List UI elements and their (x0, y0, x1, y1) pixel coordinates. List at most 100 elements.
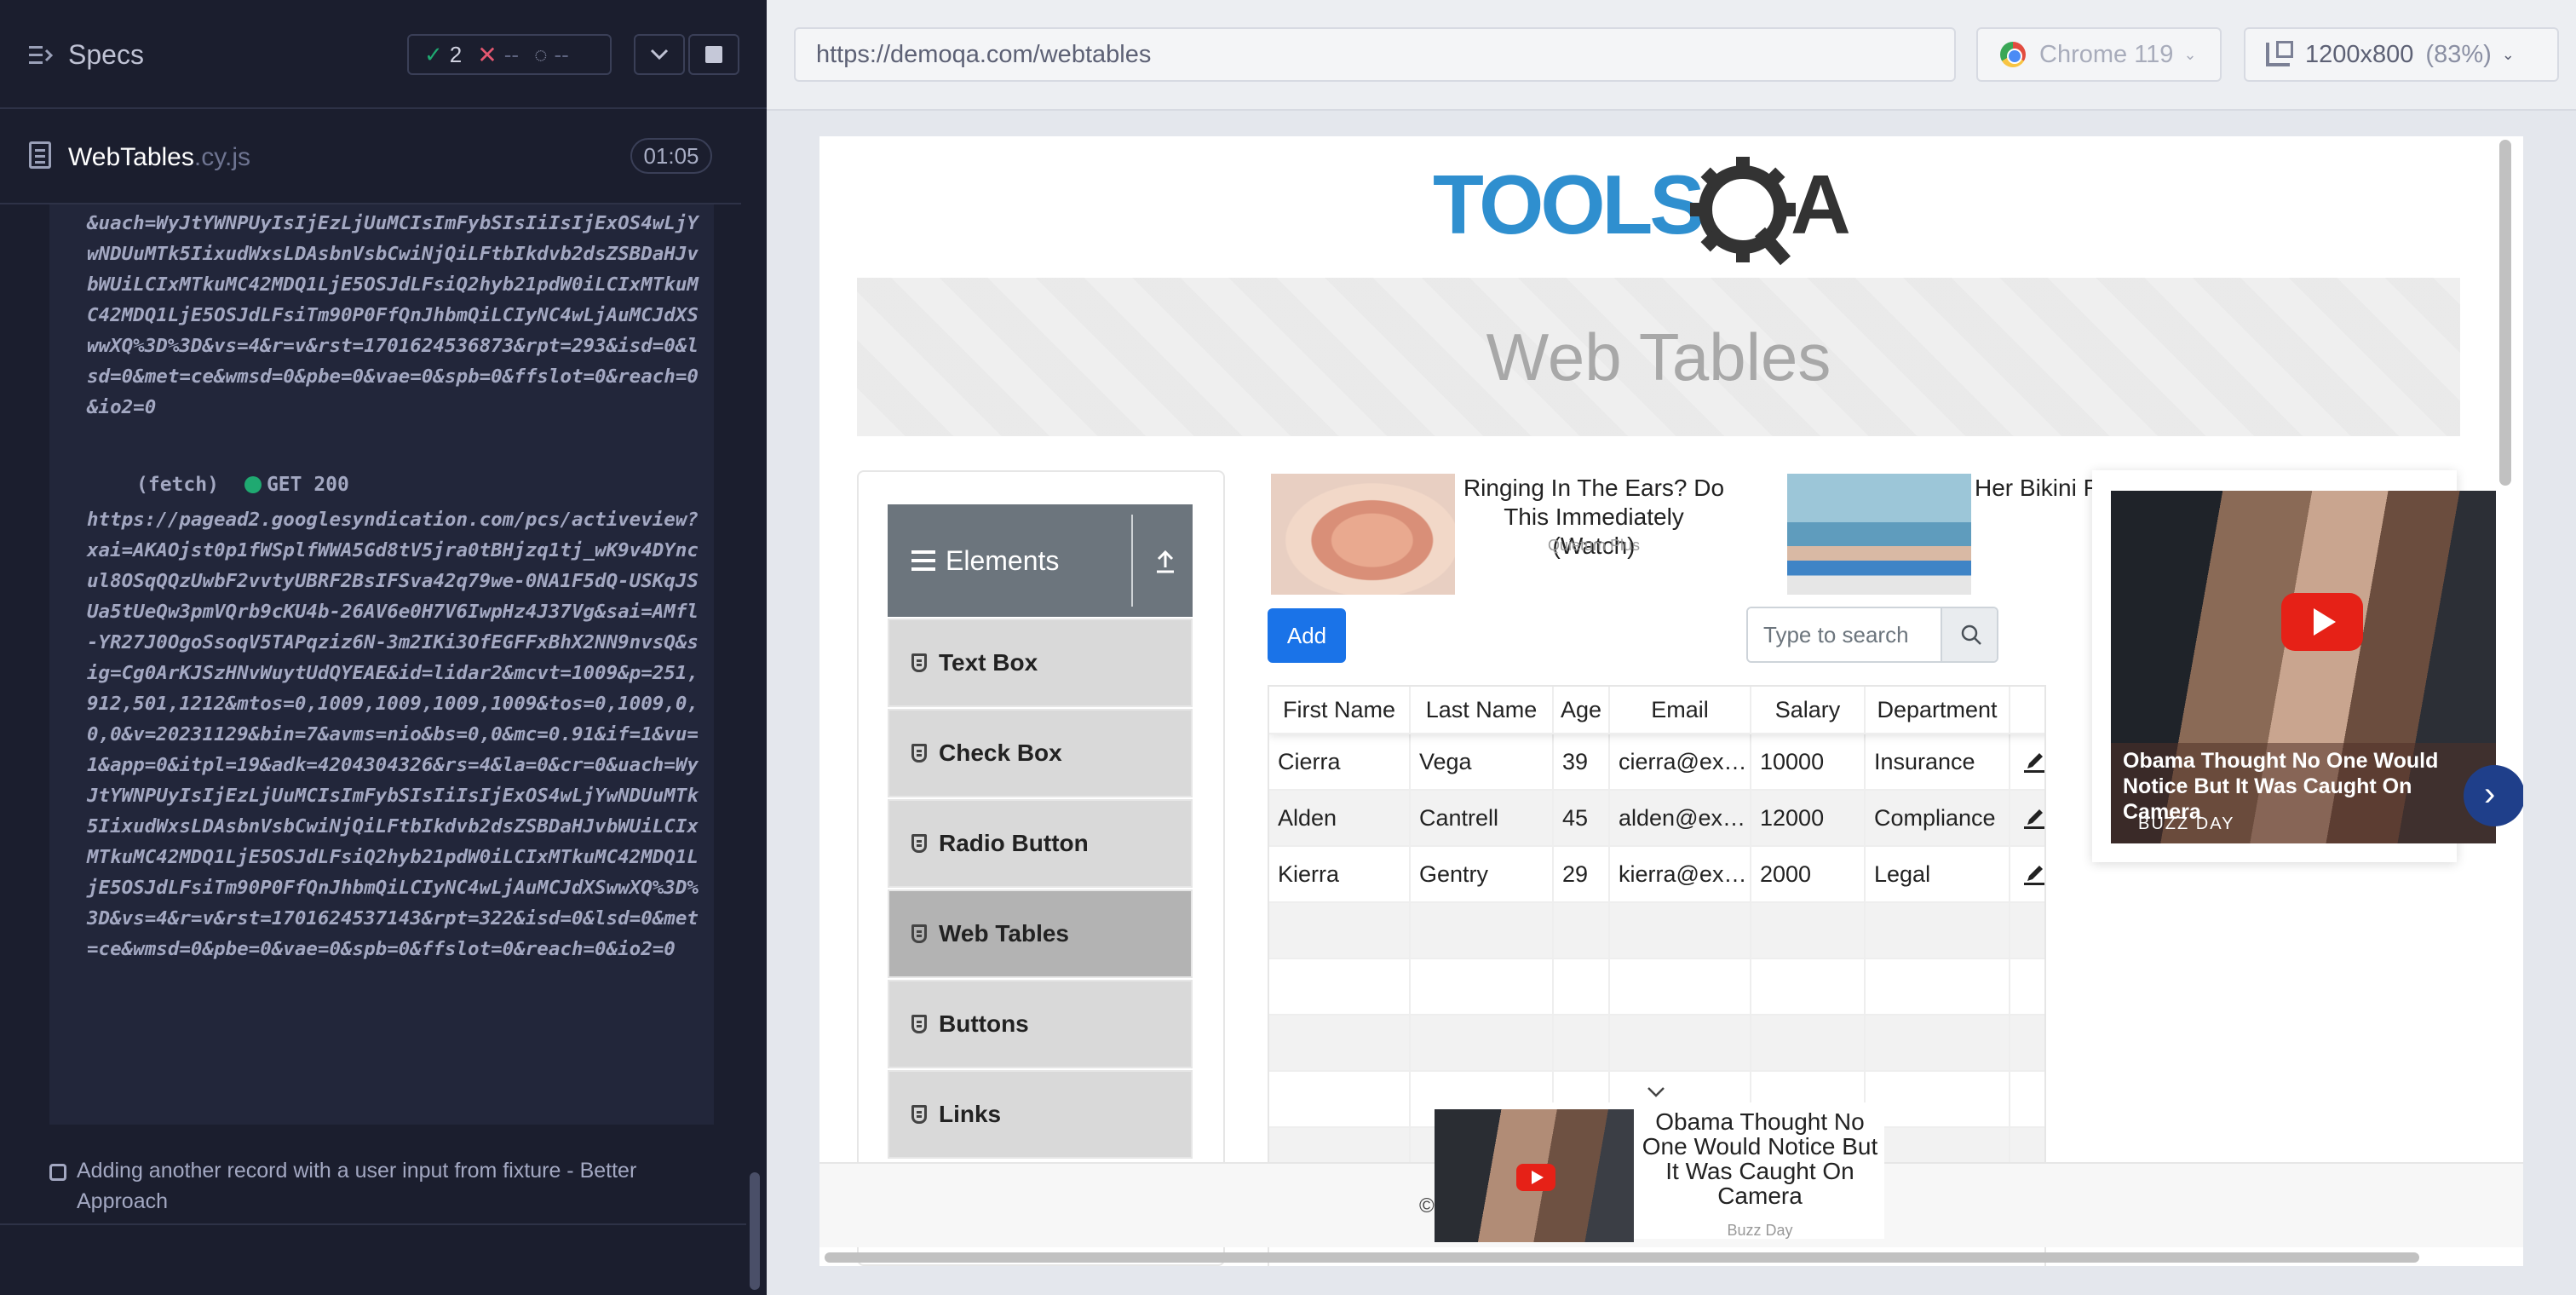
spec-file-bar: WebTables.cy.js 01:05 (0, 111, 741, 204)
vertical-scrollbar[interactable] (2499, 140, 2511, 486)
chevron-down-icon[interactable] (1646, 1084, 1666, 1101)
table-row: Alden Cantrell 45 alden@ex… 12000 Compli… (1269, 791, 2046, 847)
search-box (1746, 607, 1998, 663)
table-row: Kierra Gentry 29 kierra@ex… 2000 Legal (1269, 847, 2046, 903)
table-row-empty (1269, 1016, 2044, 1072)
table-cell: 2000 (1751, 847, 1866, 901)
column-header[interactable]: Department (1866, 687, 2010, 733)
next-arrow-button[interactable]: › (2464, 765, 2523, 826)
page-banner: Web Tables (857, 278, 2460, 436)
html5-icon (911, 924, 927, 943)
failed-count: ✕ -- (477, 41, 520, 68)
divider (0, 1223, 767, 1225)
elements-group-header[interactable]: Elements (888, 504, 1193, 617)
log-entry-url: &uach=WyJtYWNPUyIsIjEzLjUuMCIsImFybSIsIi… (87, 212, 699, 418)
edit-pencil-icon[interactable] (2022, 862, 2046, 886)
sidebar-item-check-box[interactable]: Check Box (888, 709, 1193, 797)
browser-selector[interactable]: Chrome 119 ⌄ (1976, 27, 2222, 82)
table-header: First Name Last Name Age Email Salary De… (1269, 687, 2044, 734)
edit-pencil-icon[interactable] (2022, 806, 2046, 830)
sidebar-item-radio-button[interactable]: Radio Button (888, 799, 1193, 888)
sidebar-item-buttons[interactable]: Buttons (888, 980, 1193, 1068)
sidebar-item-links[interactable]: Links (888, 1070, 1193, 1159)
add-button[interactable]: Add (1268, 608, 1346, 663)
specs-title[interactable]: Specs (68, 39, 144, 71)
html5-icon (911, 653, 927, 672)
play-icon[interactable] (2281, 593, 2363, 651)
svg-text:TOOLS: TOOLS (1433, 158, 1702, 251)
table-cell: Compliance (1866, 791, 2010, 845)
table-row-empty (1269, 903, 2044, 959)
pending-spinner-icon: ◌ (534, 41, 548, 67)
video-ad-thumbnail[interactable]: Obama Thought No One Would Notice But It… (2111, 491, 2496, 843)
column-header[interactable]: Age (1554, 687, 1610, 733)
pending-count: ◌ -- (534, 41, 569, 67)
fetch-log-line[interactable]: (fetch) GET 200 (136, 474, 349, 496)
column-header[interactable]: Ac (2010, 687, 2044, 733)
table-cell: Insurance (1866, 734, 2010, 789)
specs-list-icon[interactable] (29, 44, 55, 66)
spec-file-name: WebTables.cy.js (68, 143, 250, 171)
column-header[interactable]: First Name (1269, 687, 1411, 733)
table-cell: 12000 (1751, 791, 1866, 845)
menu-icon (911, 550, 935, 571)
table-cell: Kierra (1269, 847, 1411, 901)
table-cell: 45 (1554, 791, 1610, 845)
bottom-ad-source: Buzz Day (1727, 1222, 1793, 1239)
sidebar-item-text-box[interactable]: Text Box (888, 619, 1193, 707)
chevron-down-icon: ⌄ (2183, 45, 2197, 63)
table-cell: kierra@ex… (1610, 847, 1751, 901)
log-scrollbar-thumb[interactable] (750, 1172, 760, 1290)
runner-header: Specs ✓ 2 ✕ -- ◌ -- (0, 0, 767, 109)
column-header[interactable]: Salary (1751, 687, 1866, 733)
table-cell: Cantrell (1411, 791, 1554, 845)
toolsqa-logo[interactable]: TOOLS A (1433, 155, 1893, 266)
passed-count: ✓ 2 (424, 41, 463, 67)
sidebar-item-web-tables[interactable]: Web Tables (888, 889, 1193, 978)
viewport-icon (2266, 41, 2293, 66)
search-button[interactable] (1941, 608, 1997, 661)
bottom-ad-title[interactable]: Obama Thought No One Would Notice But It… (1639, 1109, 1881, 1208)
stop-icon (705, 46, 722, 63)
ad-source: Quietum Plus (1547, 537, 1641, 554)
test-item[interactable]: Adding another record with a user input … (48, 1155, 712, 1217)
ad-image[interactable] (1271, 474, 1455, 595)
app-iframe: TOOLS A Web Tables Elements Text Box Che… (819, 136, 2523, 1266)
divider (1131, 515, 1133, 607)
url-bar[interactable]: https://demoqa.com/webtables (794, 27, 1956, 82)
sidebar: Elements Text Box Check Box Radio Button… (857, 470, 1225, 1266)
chevron-down-button[interactable] (634, 34, 685, 75)
viewport-zoom: (83%) (2425, 40, 2492, 68)
ad-title[interactable]: Her Bikini Real Stir C (1975, 474, 2111, 503)
column-header[interactable]: Last Name (1411, 687, 1554, 733)
ad-image[interactable] (1787, 474, 1971, 595)
table-cell: alden@ex… (1610, 791, 1751, 845)
stop-button[interactable] (688, 34, 739, 75)
page-title: Web Tables (1486, 319, 1831, 394)
cypress-runner-panel: Specs ✓ 2 ✕ -- ◌ -- WebTables.cy.js 01:05 &… (0, 0, 767, 1295)
test-pending-icon (49, 1164, 66, 1181)
viewport-selector[interactable]: 1200x800 (83%) ⌄ (2244, 27, 2559, 82)
table-cell: Gentry (1411, 847, 1554, 901)
search-icon (1961, 624, 1981, 645)
html5-icon (911, 834, 927, 853)
video-ad-caption: Obama Thought No One Would Notice But It… (2111, 743, 2496, 843)
video-ad-source: BUZZ DAY (2138, 814, 2235, 833)
table-cell: 10000 (1751, 734, 1866, 789)
column-header[interactable]: Email (1610, 687, 1751, 733)
play-icon[interactable] (1516, 1164, 1555, 1191)
chevron-down-icon: ⌄ (2501, 45, 2515, 63)
html5-icon (911, 1105, 927, 1124)
chrome-icon (2000, 42, 2026, 67)
edit-pencil-icon[interactable] (2022, 750, 2046, 774)
html5-icon (911, 744, 927, 763)
table-cell: 29 (1554, 847, 1610, 901)
document-icon (29, 141, 51, 169)
video-ad-title[interactable]: Obama Thought No One Would Notice But It… (2123, 748, 2481, 825)
table-cell: Vega (1411, 734, 1554, 789)
horizontal-scrollbar[interactable] (825, 1252, 2419, 1263)
browser-toolbar: https://demoqa.com/webtables Chrome 119 … (767, 0, 2576, 111)
table-cell: 39 (1554, 734, 1610, 789)
search-input[interactable] (1748, 608, 1941, 661)
collapse-up-icon[interactable] (1155, 549, 1176, 574)
